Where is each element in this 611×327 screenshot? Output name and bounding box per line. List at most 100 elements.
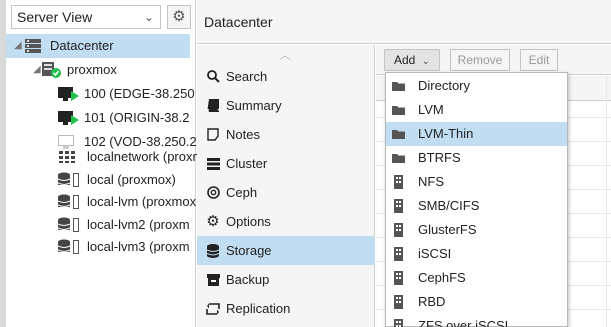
nav-item-label: Options bbox=[226, 214, 271, 229]
menu-item-smb-cifs[interactable]: SMB/CIFS bbox=[386, 194, 567, 218]
chevron-down-icon: ⌄ bbox=[421, 56, 431, 67]
page-title: Datacenter bbox=[204, 14, 273, 30]
folder-icon bbox=[392, 130, 405, 139]
menu-item-label: Directory bbox=[418, 78, 471, 93]
ceph-icon bbox=[205, 178, 221, 210]
resource-tree-panel: Server View ⌄ ⚙ ◢ Datacenter ◢ proxmox 1… bbox=[0, 0, 203, 327]
menu-item-label: BTRFS bbox=[418, 150, 461, 165]
building-icon bbox=[394, 223, 403, 237]
menu-item-label: SMB/CIFS bbox=[418, 198, 480, 213]
tree-item-storage[interactable]: local-lvm2 (proxm bbox=[6, 213, 196, 237]
menu-item-cephfs[interactable]: CephFS bbox=[386, 266, 567, 290]
collapse-icon: ◢ bbox=[33, 64, 41, 75]
tree-item-storage[interactable]: local-lvm3 (proxm bbox=[6, 235, 196, 259]
menu-item-btrfs[interactable]: BTRFS bbox=[386, 146, 567, 170]
menu-item-rbd[interactable]: RBD bbox=[386, 290, 567, 314]
tree-item-label: local-lvm (proxmox bbox=[87, 194, 197, 209]
server-rack-icon bbox=[25, 39, 41, 53]
menu-item-label: CephFS bbox=[418, 270, 466, 285]
gear-icon: ⚙ bbox=[172, 8, 186, 25]
grid-icon bbox=[59, 151, 75, 163]
tree-item-label: 101 (ORIGIN-38.2 bbox=[84, 110, 190, 125]
remove-button-label: Remove bbox=[457, 53, 503, 67]
nav-item-label: Replication bbox=[226, 301, 291, 316]
edit-button-label: Edit bbox=[528, 53, 550, 67]
building-icon bbox=[394, 319, 403, 327]
nav-item-label: Search bbox=[226, 69, 268, 84]
chevron-down-icon: ⌄ bbox=[143, 10, 154, 24]
menu-item-label: LVM bbox=[418, 102, 444, 117]
nav-item-backup[interactable]: Backup bbox=[197, 265, 375, 294]
storage-icon bbox=[58, 217, 79, 232]
menu-item-label: RBD bbox=[418, 294, 446, 309]
replication-icon bbox=[205, 294, 221, 326]
add-storage-menu: Directory LVM LVM-Thin BTRFS NFS SMB/CIF… bbox=[385, 72, 568, 327]
nav-item-label: Storage bbox=[226, 243, 272, 258]
node-online-icon bbox=[42, 62, 61, 78]
tree-item-network[interactable]: localnetwork (proxm bbox=[6, 145, 203, 169]
menu-item-label: LVM-Thin bbox=[418, 126, 474, 141]
cluster-icon bbox=[205, 149, 221, 181]
search-icon bbox=[205, 62, 221, 94]
tree-item-storage[interactable]: local-lvm (proxmox bbox=[6, 190, 196, 214]
grid-column-line bbox=[606, 75, 607, 327]
nav-item-label: Summary bbox=[226, 98, 282, 113]
book-icon bbox=[205, 91, 221, 123]
add-button-label: Add bbox=[393, 53, 416, 67]
storage-icon bbox=[58, 194, 79, 209]
tree-item-vm[interactable]: 101 (ORIGIN-38.2 bbox=[6, 106, 196, 130]
menu-item-directory[interactable]: Directory bbox=[386, 74, 567, 98]
nav-item-cluster[interactable]: Cluster bbox=[197, 149, 375, 178]
building-icon bbox=[394, 295, 403, 309]
tree-item-datacenter[interactable]: ◢ Datacenter bbox=[6, 34, 190, 58]
nav-item-label: Cluster bbox=[226, 156, 268, 171]
menu-item-label: GlusterFS bbox=[418, 222, 477, 237]
menu-item-label: iSCSI bbox=[418, 246, 452, 261]
nav-item-options[interactable]: ⚙ Options bbox=[197, 207, 375, 236]
menu-item-zfs-over-iscsi[interactable]: ZFS over iSCSI bbox=[386, 314, 567, 327]
scroll-up-icon[interactable]: ︿ bbox=[279, 46, 291, 63]
building-icon bbox=[394, 175, 403, 189]
nav-item-search[interactable]: Search bbox=[197, 62, 375, 91]
add-button[interactable]: Add ⌄ bbox=[384, 49, 440, 71]
folder-icon bbox=[392, 154, 405, 163]
collapse-icon: ◢ bbox=[14, 40, 22, 51]
folder-icon bbox=[392, 106, 405, 115]
menu-item-label: ZFS over iSCSI bbox=[418, 318, 509, 327]
tree-item-storage[interactable]: local (proxmox) bbox=[6, 168, 196, 192]
tree-item-label: local-lvm3 (proxm bbox=[87, 239, 190, 254]
nav-item-storage[interactable]: Storage bbox=[197, 236, 375, 265]
menu-item-iscsi[interactable]: iSCSI bbox=[386, 242, 567, 266]
nav-item-notes[interactable]: Notes bbox=[197, 120, 375, 149]
remove-button[interactable]: Remove bbox=[450, 49, 510, 71]
note-icon bbox=[205, 120, 221, 152]
menu-item-glusterfs[interactable]: GlusterFS bbox=[386, 218, 567, 242]
nav-item-ceph[interactable]: Ceph bbox=[197, 178, 375, 207]
tree-item-vm[interactable]: 100 (EDGE-38.250 bbox=[6, 82, 196, 106]
vm-running-icon bbox=[58, 111, 79, 125]
folder-icon bbox=[392, 82, 405, 91]
building-icon bbox=[394, 199, 403, 213]
nav-item-summary[interactable]: Summary bbox=[197, 91, 375, 120]
menu-item-nfs[interactable]: NFS bbox=[386, 170, 567, 194]
tree-settings-button[interactable]: ⚙ bbox=[167, 5, 191, 29]
nav-item-replication[interactable]: Replication bbox=[197, 294, 375, 323]
tree-item-label: proxmox bbox=[67, 62, 117, 77]
view-selector[interactable]: Server View ⌄ bbox=[11, 5, 161, 29]
nav-item-label: Ceph bbox=[226, 185, 258, 200]
edit-button[interactable]: Edit bbox=[520, 49, 558, 71]
view-selector-label: Server View bbox=[17, 9, 93, 25]
datacenter-nav: ︿ Search Summary Notes Cluster Ceph ⚙ Op… bbox=[197, 45, 375, 327]
vm-running-icon bbox=[58, 87, 79, 101]
building-icon bbox=[394, 271, 403, 285]
tree-item-label: Datacenter bbox=[50, 38, 114, 53]
tree-item-node[interactable]: ◢ proxmox bbox=[6, 58, 190, 82]
tree-item-label: localnetwork (proxm bbox=[87, 149, 204, 164]
menu-item-lvm[interactable]: LVM bbox=[386, 98, 567, 122]
storage-icon bbox=[58, 172, 79, 187]
gear-icon: ⚙ bbox=[206, 213, 220, 230]
menu-item-lvm-thin[interactable]: LVM-Thin bbox=[386, 122, 567, 146]
tree-item-label: 100 (EDGE-38.250 bbox=[84, 86, 195, 101]
tree-item-label: local (proxmox) bbox=[87, 172, 176, 187]
content-header: Datacenter bbox=[197, 0, 611, 44]
